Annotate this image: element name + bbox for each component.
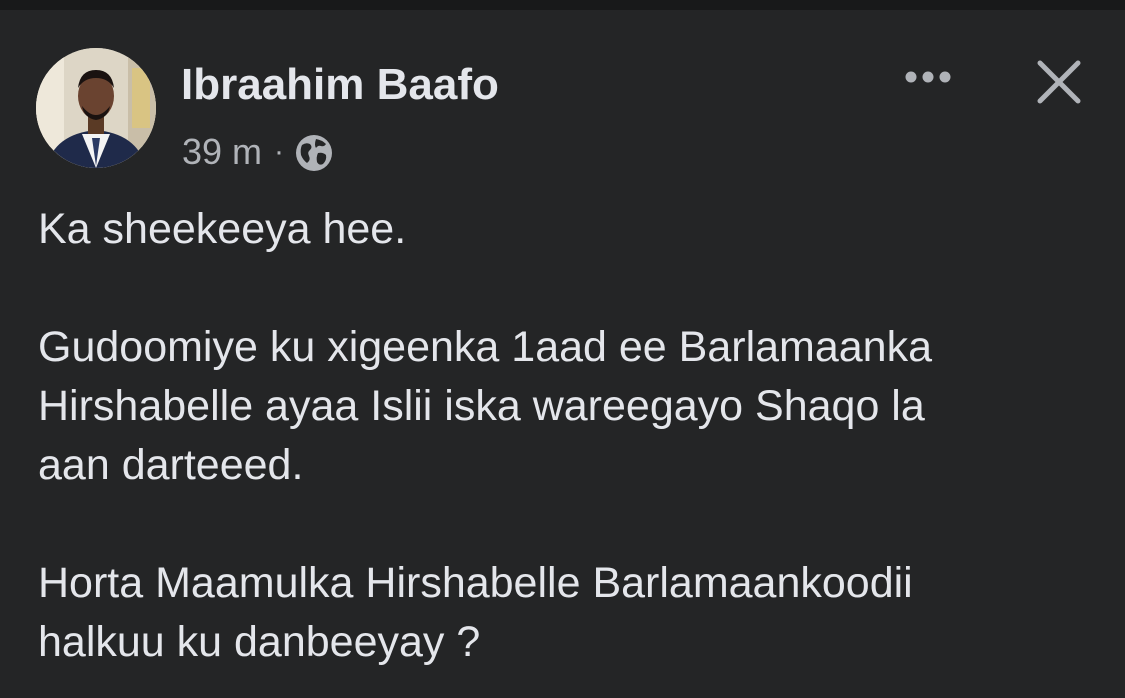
- ellipsis-icon: [905, 71, 951, 83]
- post-paragraph: Horta Maamulka Hirshabelle Barlamaankood…: [38, 554, 1098, 672]
- author-avatar[interactable]: [36, 48, 156, 168]
- avatar-photo-icon: [36, 48, 156, 168]
- post-line: Hirshabelle ayaa Islii iska wareegayo Sh…: [38, 382, 925, 430]
- post-line: Gudoomiye ku xigeenka 1aad ee Barlamaank…: [38, 323, 933, 371]
- close-button[interactable]: [1027, 50, 1091, 114]
- post-paragraph: Ka sheekeeya hee.: [38, 200, 1098, 259]
- close-icon: [1037, 60, 1081, 104]
- globe-icon[interactable]: [294, 133, 334, 173]
- post-line: aan darteeed.: [38, 441, 304, 489]
- post-line: halkuu ku danbeeyay ?: [38, 618, 481, 666]
- post-card: Ibraahim Baafo 39 m · Ka sheekeeya hee.: [0, 10, 1125, 698]
- meta-separator: ·: [274, 135, 285, 168]
- post-body: Ka sheekeeya hee. Gudoomiye ku xigeenka …: [38, 200, 1098, 672]
- post-paragraph: Gudoomiye ku xigeenka 1aad ee Barlamaank…: [38, 318, 1098, 495]
- more-options-button[interactable]: [896, 57, 960, 97]
- post-meta: 39 m ·: [182, 130, 334, 174]
- post-timestamp[interactable]: 39 m: [182, 131, 262, 173]
- post-line: Ka sheekeeya hee.: [38, 205, 407, 253]
- top-strip: [0, 0, 1125, 10]
- author-name[interactable]: Ibraahim Baafo: [181, 59, 499, 111]
- post-line: Horta Maamulka Hirshabelle Barlamaankood…: [38, 559, 913, 607]
